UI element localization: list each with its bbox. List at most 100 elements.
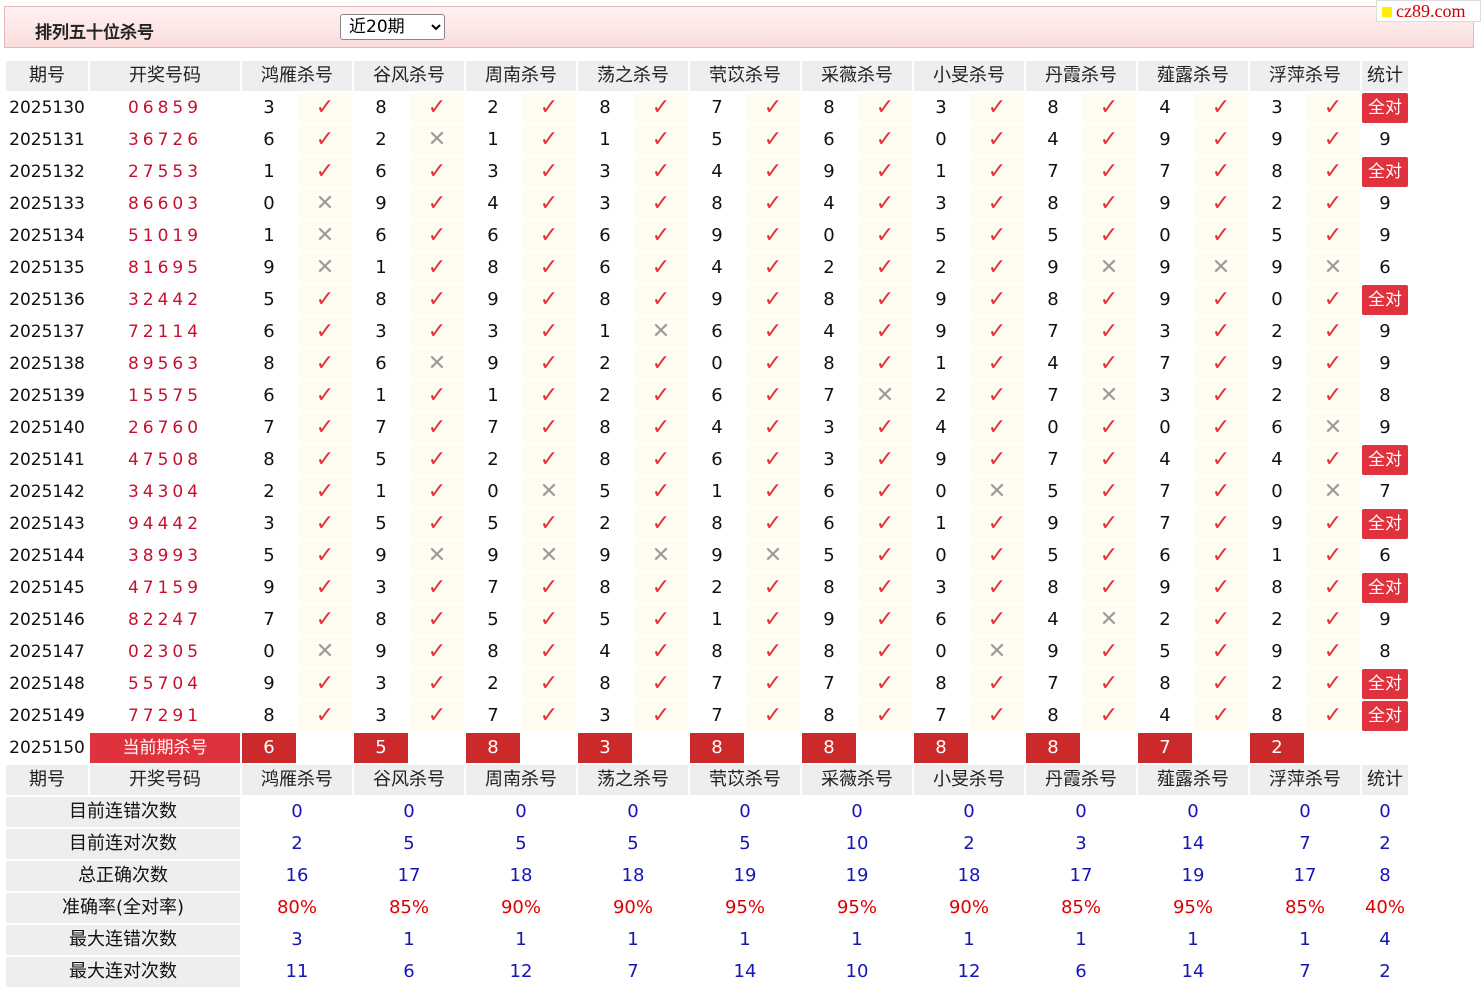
kill-number-cell: 1	[914, 349, 968, 379]
check-icon: ✓	[410, 573, 464, 603]
all-correct-badge: 全对	[1362, 157, 1408, 187]
kill-number-cell: 4	[1026, 349, 1080, 379]
stats-value: 7	[627, 961, 639, 982]
kill-number-cell: 6	[1250, 413, 1304, 443]
kill-number-cell: 2	[1250, 669, 1304, 699]
cross-icon: ✕	[298, 221, 352, 251]
stats-value: 85%	[1284, 897, 1325, 918]
kill-number-cell: 8	[802, 637, 856, 667]
column-header: 薤露杀号	[1138, 765, 1248, 795]
check-icon: ✓	[522, 701, 576, 731]
check-icon: ✓	[1194, 477, 1248, 507]
check-icon: ✓	[298, 669, 352, 699]
table-row: 2025145 47159 9 ✓ 3 ✓ 7 ✓ 8 ✓ 2 ✓ 8 ✓ 3 ✓ 8 ✓ 9 ✓ 8 ✓ 全对	[6, 573, 1408, 603]
stats-value: 18	[621, 865, 645, 886]
column-header: 开奖号码	[90, 765, 240, 795]
kill-number-cell: 9	[690, 221, 744, 251]
stats-value: 0	[1299, 801, 1311, 822]
stats-row: 目前连对次数 2 5 5 5 5 10 2 3 14 7 2	[6, 829, 1408, 859]
check-icon: ✓	[634, 381, 688, 411]
kill-number-cell: 7	[690, 669, 744, 699]
stats-value: 3	[291, 929, 303, 950]
empty-cell	[634, 733, 688, 763]
kill-number-cell: 7	[1138, 509, 1192, 539]
check-icon: ✓	[298, 445, 352, 475]
stats-value: 2	[963, 833, 975, 854]
check-icon: ✓	[970, 541, 1024, 571]
kill-number-cell: 3	[354, 317, 408, 347]
check-icon: ✓	[1306, 541, 1360, 571]
check-icon: ✓	[1194, 637, 1248, 667]
check-icon: ✓	[410, 253, 464, 283]
current-kill-number: 7	[1138, 733, 1192, 763]
kill-number-cell: 9	[1250, 125, 1304, 155]
draw-number-cell: 15575	[127, 386, 203, 406]
brand-logo[interactable]: cz89.com	[1376, 0, 1481, 22]
kill-number-cell: 6	[914, 605, 968, 635]
period-select[interactable]: 近20期	[340, 14, 445, 40]
check-icon: ✓	[1306, 157, 1360, 187]
table-row: 2025134 51019 1 ✕ 6 ✓ 6 ✓ 6 ✓ 9 ✓ 0 ✓ 5 ✓ 5 ✓ 0 ✓ 5 ✓ 9	[6, 221, 1408, 251]
kill-number-cell: 3	[802, 413, 856, 443]
all-correct-badge: 全对	[1362, 93, 1408, 123]
stats-value: 5	[515, 833, 527, 854]
check-icon: ✓	[522, 221, 576, 251]
check-icon: ✓	[522, 509, 576, 539]
kill-number-cell: 6	[802, 477, 856, 507]
check-icon: ✓	[1306, 125, 1360, 155]
check-icon: ✓	[746, 125, 800, 155]
check-icon: ✓	[410, 477, 464, 507]
period-cell: 2025136	[9, 290, 85, 310]
check-icon: ✓	[1082, 125, 1136, 155]
check-icon: ✓	[1306, 317, 1360, 347]
stats-value: 40%	[1364, 897, 1405, 918]
check-icon: ✓	[634, 701, 688, 731]
kill-number-cell: 3	[354, 573, 408, 603]
kill-number-cell: 2	[1138, 605, 1192, 635]
kill-number-cell: 8	[1026, 285, 1080, 315]
kill-number-cell: 8	[802, 349, 856, 379]
stats-value: 17	[1069, 865, 1093, 886]
cross-icon: ✕	[298, 189, 352, 219]
all-correct-badge: 全对	[1362, 285, 1408, 315]
current-kill-number: 8	[1026, 733, 1080, 763]
kill-number-cell: 0	[466, 477, 520, 507]
kill-number-cell: 6	[354, 221, 408, 251]
kill-number-cell: 8	[354, 605, 408, 635]
kill-number-cell: 9	[578, 541, 632, 571]
table-row: 2025137 72114 6 ✓ 3 ✓ 3 ✓ 1 ✕ 6 ✓ 4 ✓ 9 ✓ 7 ✓ 3 ✓ 2 ✓ 9	[6, 317, 1408, 347]
check-icon: ✓	[1306, 509, 1360, 539]
table-row: 2025143 94442 3 ✓ 5 ✓ 5 ✓ 2 ✓ 8 ✓ 6 ✓ 1 ✓ 9 ✓ 7 ✓ 9 ✓ 全对	[6, 509, 1408, 539]
kill-number-cell: 9	[1138, 125, 1192, 155]
check-icon: ✓	[746, 573, 800, 603]
kill-number-cell: 4	[578, 637, 632, 667]
check-icon: ✓	[858, 125, 912, 155]
column-header: 谷风杀号	[354, 765, 464, 795]
current-kill-number: 8	[690, 733, 744, 763]
check-icon: ✓	[298, 93, 352, 123]
cross-icon: ✕	[970, 477, 1024, 507]
kill-number-cell: 6	[354, 157, 408, 187]
empty-cell	[1082, 733, 1136, 763]
kill-number-cell: 3	[914, 93, 968, 123]
kill-number-cell: 9	[242, 669, 296, 699]
period-cell: 2025148	[9, 674, 85, 694]
period-cell: 2025140	[9, 418, 85, 438]
kill-number-cell: 0	[914, 541, 968, 571]
check-icon: ✓	[1082, 157, 1136, 187]
kill-number-cell: 2	[466, 93, 520, 123]
period-cell: 2025147	[9, 642, 85, 662]
check-icon: ✓	[634, 93, 688, 123]
kill-number-cell: 1	[914, 509, 968, 539]
kill-number-cell: 4	[1138, 93, 1192, 123]
check-icon: ✓	[522, 573, 576, 603]
kill-number-cell: 1	[466, 125, 520, 155]
kill-number-cell: 9	[690, 285, 744, 315]
column-header: 周南杀号	[466, 765, 576, 795]
stats-row: 最大连错次数 3 1 1 1 1 1 1 1 1 1 4	[6, 925, 1408, 955]
stats-value: 8	[1379, 865, 1391, 886]
stats-value: 17	[397, 865, 421, 886]
kill-number-cell: 8	[802, 285, 856, 315]
check-icon: ✓	[634, 285, 688, 315]
column-header: 鸿雁杀号	[242, 765, 352, 795]
